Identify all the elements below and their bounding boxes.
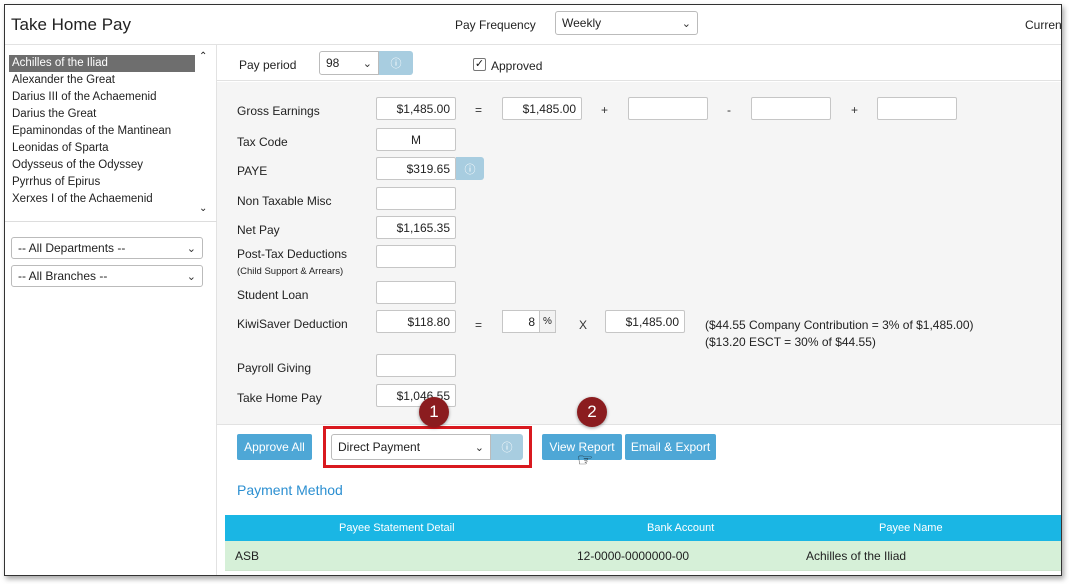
employee-item[interactable]: Darius III of the Achaemenid bbox=[9, 89, 195, 106]
top-bar: Take Home Pay Pay Frequency Weekly ⌄ Cur… bbox=[5, 5, 1062, 45]
post-tax-deductions-field[interactable] bbox=[376, 245, 456, 268]
department-filter-select[interactable]: -- All Departments -- ⌄ bbox=[11, 237, 203, 259]
check-icon: ✓ bbox=[474, 58, 485, 70]
kiwisaver-field[interactable]: $118.80 bbox=[376, 310, 456, 333]
employee-list-scrollbar[interactable]: ⌃ ⌄ bbox=[197, 51, 211, 217]
chevron-down-icon: ⌄ bbox=[186, 270, 196, 283]
employee-item[interactable]: Darius the Great bbox=[9, 106, 195, 123]
non-taxable-misc-label: Non Taxable Misc bbox=[237, 194, 332, 208]
kiwisaver-company-note: ($44.55 Company Contribution = 3% of $1,… bbox=[705, 318, 974, 332]
pay-frequency-value: Weekly bbox=[562, 16, 602, 30]
kiwisaver-esct-note: ($13.20 ESCT = 30% of $44.55) bbox=[705, 335, 876, 349]
bank-account-cell: 12-0000-0000000-00 bbox=[577, 548, 690, 563]
app-window: Take Home Pay Pay Frequency Weekly ⌄ Cur… bbox=[4, 4, 1062, 576]
employee-item[interactable]: Xerxes I of the Achaemenid bbox=[9, 191, 195, 208]
gross-base-field[interactable]: $1,485.00 bbox=[502, 97, 582, 120]
employee-item[interactable]: Leonidas of Sparta bbox=[9, 140, 195, 157]
table-header: Payee Statement Detail Bank Account Paye… bbox=[225, 515, 1061, 541]
chevron-down-icon: ⌄ bbox=[681, 17, 691, 30]
employee-item[interactable]: Achilles of the Iliad bbox=[9, 55, 195, 72]
gross-add-field-2[interactable] bbox=[877, 97, 957, 120]
payment-method-title: Payment Method bbox=[237, 482, 343, 498]
payee-name-cell: Achilles of the Iliad bbox=[806, 548, 907, 563]
employee-list: Achilles of the Iliad Alexander the Grea… bbox=[9, 55, 195, 208]
pay-period-bar: Pay period 98 ⌄ ⓘ ✓ Approved bbox=[217, 45, 1061, 81]
pay-calculation-panel: Gross Earnings $1,485.00 = $1,485.00 + -… bbox=[217, 82, 1061, 425]
equals-operator: = bbox=[475, 103, 483, 117]
payment-method-table: Payee Statement Detail Bank Account Paye… bbox=[225, 515, 1061, 571]
chevron-down-icon: ⌄ bbox=[186, 242, 196, 255]
paye-field[interactable]: $319.65 bbox=[376, 157, 456, 180]
column-header: Payee Name bbox=[879, 522, 943, 534]
chevron-down-icon[interactable]: ⌄ bbox=[199, 203, 207, 214]
employee-item[interactable]: Odysseus of the Odyssey bbox=[9, 157, 195, 174]
email-export-button[interactable]: Email & Export bbox=[625, 434, 716, 460]
payroll-giving-label: Payroll Giving bbox=[237, 361, 312, 375]
times-operator: X bbox=[579, 318, 588, 332]
page-title: Take Home Pay bbox=[11, 15, 131, 34]
payroll-giving-field[interactable] bbox=[376, 354, 456, 377]
employee-item[interactable]: Pyrrhus of Epirus bbox=[9, 174, 195, 191]
branch-filter-value: -- All Branches -- bbox=[18, 269, 108, 283]
minus-operator: - bbox=[727, 103, 731, 117]
pay-period-label: Pay period bbox=[239, 58, 297, 72]
approved-label: Approved bbox=[491, 59, 543, 73]
column-header: Payee Statement Detail bbox=[339, 522, 455, 534]
pay-period-value: 98 bbox=[326, 56, 340, 70]
post-tax-deductions-sublabel: (Child Support & Arrears) bbox=[237, 266, 344, 277]
tax-code-field[interactable]: M bbox=[376, 128, 456, 151]
post-tax-deductions-label: Post-Tax Deductions bbox=[237, 247, 348, 261]
percent-sign: % bbox=[539, 311, 555, 332]
branch-filter-select[interactable]: -- All Branches -- ⌄ bbox=[11, 265, 203, 287]
gross-earnings-label: Gross Earnings bbox=[237, 104, 320, 118]
chevron-up-icon[interactable]: ⌃ bbox=[199, 51, 207, 62]
gross-earnings-field[interactable]: $1,485.00 bbox=[376, 97, 456, 120]
student-loan-field[interactable] bbox=[376, 281, 456, 304]
employee-sidebar: Achilles of the Iliad Alexander the Grea… bbox=[5, 45, 217, 575]
info-circle-icon: ⓘ bbox=[390, 58, 402, 70]
gross-add-field[interactable] bbox=[628, 97, 708, 120]
department-filter-value: -- All Departments -- bbox=[18, 241, 126, 255]
step-badge-1: 1 bbox=[419, 397, 449, 427]
pay-period-select[interactable]: 98 ⌄ bbox=[319, 51, 379, 75]
currency-label: Curren bbox=[1025, 18, 1062, 32]
info-circle-icon: ⓘ bbox=[464, 163, 476, 176]
approved-checkbox[interactable]: ✓ bbox=[473, 58, 486, 71]
main-panel: Pay period 98 ⌄ ⓘ ✓ Approved Gross Earni… bbox=[217, 45, 1061, 575]
net-pay-label: Net Pay bbox=[237, 223, 280, 237]
column-header: Bank Account bbox=[647, 522, 715, 534]
sidebar-divider bbox=[5, 221, 217, 222]
highlight-box bbox=[323, 426, 532, 468]
pay-frequency-label: Pay Frequency bbox=[455, 18, 536, 32]
plus-operator: + bbox=[601, 103, 609, 117]
pay-frequency-select[interactable]: Weekly ⌄ bbox=[555, 11, 698, 35]
kiwisaver-percent-value: 8 bbox=[528, 314, 535, 329]
action-bar: Approve All Direct Payment ⌄ ⓘ View Repo… bbox=[217, 426, 1061, 468]
step-badge-2: 2 bbox=[577, 397, 607, 427]
kiwisaver-base-field[interactable]: $1,485.00 bbox=[605, 310, 685, 333]
table-row[interactable]: ASB 12-0000-0000000-00 Achilles of the I… bbox=[225, 541, 1061, 571]
net-pay-field[interactable]: $1,165.35 bbox=[376, 216, 456, 239]
non-taxable-misc-field[interactable] bbox=[376, 187, 456, 210]
payee-detail-cell: ASB bbox=[235, 548, 260, 563]
pay-period-info-button[interactable]: ⓘ bbox=[379, 51, 413, 75]
tax-code-label: Tax Code bbox=[237, 135, 288, 149]
paye-info-button[interactable]: ⓘ bbox=[456, 157, 484, 180]
employee-item[interactable]: Epaminondas of the Mantinean bbox=[9, 123, 195, 140]
equals-operator: = bbox=[475, 318, 483, 332]
gross-subtract-field[interactable] bbox=[751, 97, 831, 120]
kiwisaver-label: KiwiSaver Deduction bbox=[237, 317, 348, 331]
chevron-down-icon: ⌄ bbox=[362, 57, 372, 70]
employee-item[interactable]: Alexander the Great bbox=[9, 72, 195, 89]
plus-operator: + bbox=[851, 103, 859, 117]
paye-label: PAYE bbox=[237, 164, 268, 178]
hand-pointer-icon: ☞ bbox=[577, 450, 594, 470]
approve-all-button[interactable]: Approve All bbox=[237, 434, 312, 460]
kiwisaver-percent-field[interactable]: 8 % bbox=[502, 310, 556, 333]
take-home-pay-label: Take Home Pay bbox=[237, 391, 322, 405]
student-loan-label: Student Loan bbox=[237, 288, 309, 302]
